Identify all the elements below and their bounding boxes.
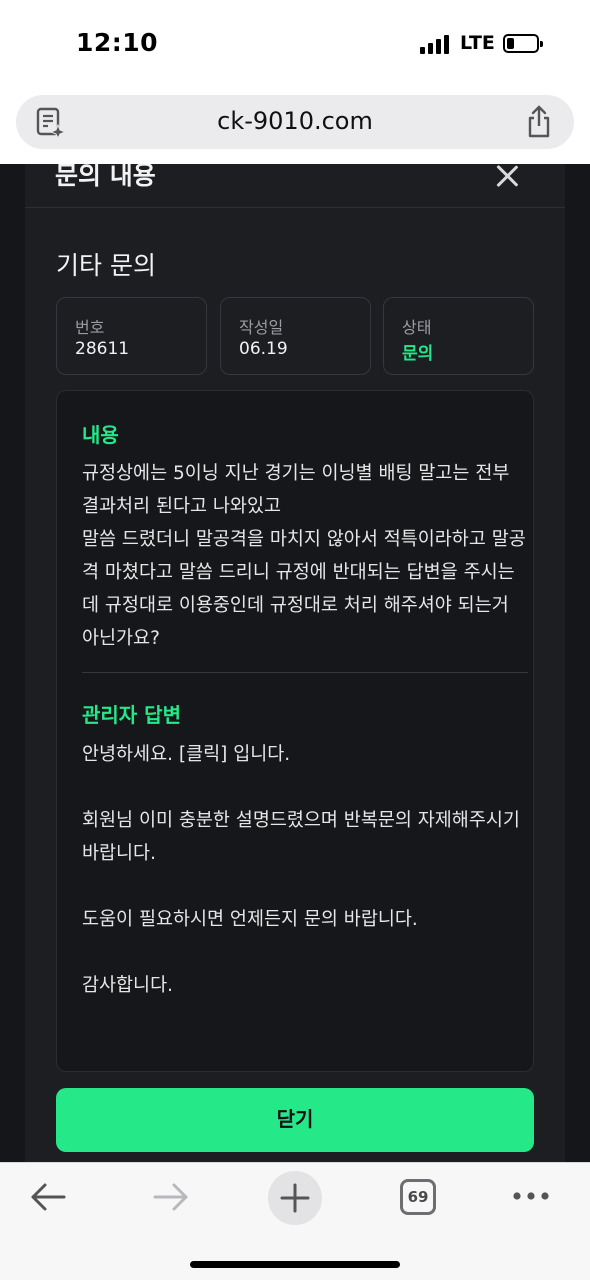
signal-icon bbox=[420, 34, 452, 54]
share-icon[interactable] bbox=[524, 105, 554, 139]
tabs-icon[interactable]: 69 bbox=[400, 1179, 436, 1215]
info-label: 번호 bbox=[75, 318, 105, 337]
browser-toolbar: 69 bbox=[0, 1162, 590, 1280]
address-bar[interactable]: ck-9010.com bbox=[16, 95, 574, 149]
modal-header: 문의 내용 bbox=[25, 164, 565, 208]
home-indicator[interactable] bbox=[190, 1261, 400, 1268]
modal-title: 문의 내용 bbox=[55, 164, 156, 190]
status-bar: 12:10 LTE bbox=[0, 0, 590, 88]
content-label: 내용 bbox=[82, 423, 119, 447]
forward-arrow-icon[interactable] bbox=[153, 1181, 189, 1213]
network-label: LTE bbox=[460, 32, 495, 54]
content-panel: 내용 규정상에는 5이닝 지난 경기는 이닝별 배팅 말고는 전부 결과처리 된… bbox=[56, 390, 534, 1072]
battery-icon bbox=[503, 34, 543, 53]
info-label: 작성일 bbox=[239, 318, 284, 337]
answer-text: 안녕하세요. [클릭] 입니다. 회원님 이미 충분한 설명드렸으며 반복문의 … bbox=[82, 744, 520, 996]
answer-label: 관리자 답변 bbox=[82, 703, 181, 727]
close-button-label: 닫기 bbox=[276, 1109, 314, 1131]
info-label: 상태 bbox=[402, 318, 432, 337]
info-value: 06.19 bbox=[239, 339, 288, 359]
url-text[interactable]: ck-9010.com bbox=[16, 107, 574, 135]
info-number-box: 번호 28611 bbox=[56, 297, 207, 375]
info-date-box: 작성일 06.19 bbox=[220, 297, 371, 375]
more-icon[interactable] bbox=[512, 1191, 550, 1201]
content-text: 규정상에는 5이닝 지난 경기는 이닝별 배팅 말고는 전부 결과처리 된다고 … bbox=[82, 463, 526, 649]
close-button[interactable]: 닫기 bbox=[56, 1088, 534, 1152]
status-time: 12:10 bbox=[76, 28, 159, 57]
info-status-box: 상태 문의 bbox=[383, 297, 534, 375]
divider bbox=[82, 672, 528, 673]
inquiry-category: 기타 문의 bbox=[56, 251, 156, 280]
web-page: 문의 내용 기타 문의 번호 28611 작성일 06.19 상태 문의 내용 … bbox=[0, 164, 590, 1162]
new-tab-plus-icon[interactable] bbox=[268, 1171, 322, 1225]
back-arrow-icon[interactable] bbox=[30, 1181, 66, 1213]
info-value: 28611 bbox=[75, 339, 130, 359]
status-badge: 문의 bbox=[402, 344, 434, 364]
inquiry-modal: 문의 내용 기타 문의 번호 28611 작성일 06.19 상태 문의 내용 … bbox=[25, 164, 565, 1162]
close-icon[interactable] bbox=[495, 164, 519, 188]
